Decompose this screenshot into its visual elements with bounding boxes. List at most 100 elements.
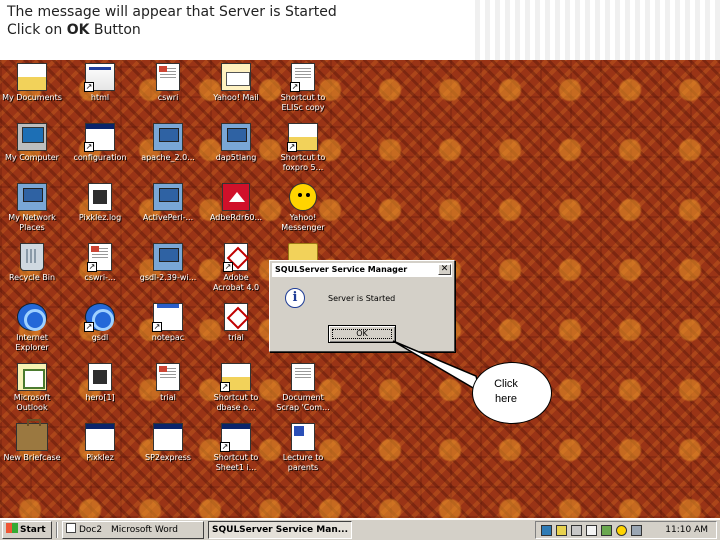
desktop-icon-label: Internet Explorer	[15, 333, 49, 352]
desktop-icon-html[interactable]: ↗ html	[64, 63, 136, 103]
shortcut-icon: ↗	[220, 363, 251, 392]
webpage-shortcut-icon: ↗	[84, 63, 115, 92]
pencil-tray-icon[interactable]	[556, 525, 567, 536]
desktop-icon-configuration[interactable]: ↗ configuration	[64, 123, 136, 163]
desktop-icon-microsoft-outlook[interactable]: Microsoft Outlook	[0, 363, 68, 413]
server-tray-icon[interactable]	[601, 525, 612, 536]
desktop-icon-document-scrap[interactable]: Document Scrap 'Com...	[267, 363, 339, 413]
desktop-icon-label: cswri-...	[84, 273, 116, 282]
desktop-icon-cswri-shortcut[interactable]: ↗ cswri-...	[64, 243, 136, 283]
desktop-icon-adberdr[interactable]: AdbeRdr60...	[200, 183, 272, 223]
instruction-ok: OK	[66, 22, 90, 38]
battery-tray-icon[interactable]	[586, 525, 597, 536]
instruction-line-2: Click on OK Button	[0, 21, 720, 39]
messenger-tray-icon[interactable]	[616, 525, 627, 536]
desktop-icon-my-computer[interactable]: My Computer	[0, 123, 68, 163]
taskbar-item-doc2: Doc2	[79, 525, 103, 535]
desktop-icon-label: My Computer	[5, 153, 59, 162]
desktop-icon-activeperl[interactable]: ActivePerl-...	[132, 183, 204, 223]
dialog-title[interactable]: SQULServer Service Manager	[272, 263, 452, 277]
instruction-text-1: The message will appear that Server is S…	[7, 4, 337, 20]
desktop-icon-hero[interactable]: hero[1]	[64, 363, 136, 403]
desktop-icon-label: My Documents	[2, 93, 62, 102]
desktop-icon-cswri[interactable]: cswri	[132, 63, 204, 103]
desktop-icon-label: Shortcut to foxpro 5...	[280, 153, 326, 172]
start-label: Start	[20, 525, 46, 535]
desktop-icon-yahoo-mail[interactable]: Yahoo! Mail	[200, 63, 272, 103]
desktop-icon-label: Shortcut to Sheet1 i...	[213, 453, 259, 472]
click-here-callout: Click here	[472, 362, 552, 424]
desktop-icon-pixklez[interactable]: Pixklez	[64, 423, 136, 463]
desktop-icon-dap5tlang[interactable]: dap5tlang	[200, 123, 272, 163]
volume-tray-icon[interactable]	[631, 525, 642, 536]
desktop-icon-sp2express[interactable]: SP2express	[132, 423, 204, 463]
start-button[interactable]: Start	[2, 521, 52, 539]
document-icon	[156, 363, 180, 391]
desktop-icon-label: AdbeRdr60...	[209, 213, 263, 222]
information-icon: i	[285, 288, 305, 308]
outlook-icon	[17, 363, 47, 391]
document-scrap-icon	[291, 363, 315, 391]
desktop-icon-shortcut-sheet1[interactable]: ↗ Shortcut to Sheet1 i...	[200, 423, 272, 473]
window-icon	[85, 423, 115, 451]
network-tray-icon[interactable]	[541, 525, 552, 536]
taskbar-item-sql: SQULServer Service Man...	[212, 525, 348, 535]
document-shortcut-icon: ↗	[87, 243, 112, 272]
desktop-icon-shortcut-foxpro[interactable]: ↗ Shortcut to foxpro 5...	[267, 123, 339, 173]
shortcut-icon: ↗	[84, 303, 115, 332]
desktop-icon-label: SP2express	[145, 453, 191, 462]
desktop-icon-new-briefcase[interactable]: New Briefcase	[0, 419, 68, 463]
desktop-icon-label: Yahoo! Messenger	[281, 213, 325, 232]
taskbar-button-sql-service-manager[interactable]: SQULServer Service Man...	[208, 521, 352, 539]
internet-explorer-icon	[17, 303, 47, 331]
window-icon	[153, 423, 183, 451]
yahoo-messenger-icon	[289, 183, 317, 211]
network-computer-icon	[153, 123, 183, 151]
yahoo-mail-icon	[221, 63, 251, 91]
system-tray: 11:10 AM	[535, 521, 717, 539]
desktop-icon-label: New Briefcase	[3, 453, 61, 462]
monitor-tray-icon[interactable]	[571, 525, 582, 536]
desktop-icon-label: gsdl-2.39-wi...	[139, 273, 197, 282]
desktop-icon-adobe-acrobat[interactable]: ↗ Adobe Acrobat 4.0	[200, 243, 272, 293]
ok-button[interactable]: OK	[328, 325, 396, 343]
desktop-icon-yahoo-messenger[interactable]: Yahoo! Messenger	[267, 183, 339, 233]
desktop-icon-my-documents[interactable]: My Documents	[0, 63, 68, 103]
desktop-icon-lecture-to-parents[interactable]: Lecture to parents	[267, 423, 339, 473]
callout-text: Click here	[494, 378, 518, 405]
desktop-icon-label: cswri	[157, 93, 179, 102]
desktop-icon-gsdl[interactable]: ↗ gsdl	[64, 303, 136, 343]
desktop-icon-label: hero[1]	[85, 393, 115, 402]
desktop-icon-shortcut-elisc[interactable]: ↗ Shortcut to ELISc copy	[267, 63, 339, 113]
desktop-icon-label: configuration	[73, 153, 127, 162]
desktop-icon-label: Pixklez.log	[78, 213, 122, 222]
pdf-icon	[224, 303, 248, 331]
instruction-suffix: Button	[93, 22, 141, 38]
desktop-icon-internet-explorer[interactable]: Internet Explorer	[0, 303, 68, 353]
desktop-icon-gsdl-installer[interactable]: gsdl-2.39-wi...	[132, 243, 204, 283]
slide-header: The message will appear that Server is S…	[0, 0, 720, 60]
my-documents-icon	[17, 63, 47, 91]
desktop-icon-label: Shortcut to dbase o...	[213, 393, 259, 412]
clock[interactable]: 11:10 AM	[665, 524, 708, 536]
desktop-icon-my-network-places[interactable]: My Network Places	[0, 183, 68, 233]
my-computer-icon	[17, 123, 47, 151]
desktop-icon-shortcut-dbase[interactable]: ↗ Shortcut to dbase o...	[200, 363, 272, 413]
desktop-icon-trial-doc[interactable]: trial	[132, 363, 204, 403]
log-file-icon	[88, 183, 112, 211]
taskbar: Start Doc2 Microsoft Word SQULServer Ser…	[0, 518, 720, 540]
word-document-icon	[291, 423, 315, 451]
desktop-icon-label: html	[90, 93, 110, 102]
adobe-reader-installer-icon	[222, 183, 250, 211]
word-icon	[66, 523, 76, 533]
desktop-icon-notepad[interactable]: ↗ notepac	[132, 303, 204, 343]
desktop-icon-trial-pdf[interactable]: trial	[200, 303, 272, 343]
log-file-icon	[88, 363, 112, 391]
desktop-icon-label: My Network Places	[8, 213, 56, 232]
close-icon[interactable]: ✕	[438, 264, 451, 275]
desktop-icon-apache[interactable]: apache_2.0...	[132, 123, 204, 163]
desktop-icon-pixklez-log[interactable]: Pixklez.log	[64, 183, 136, 223]
desktop-icon-label: Lecture to parents	[282, 453, 324, 472]
desktop-icon-recycle-bin[interactable]: Recycle Bin	[0, 243, 68, 283]
taskbar-button-word[interactable]: Doc2 Microsoft Word	[62, 521, 204, 539]
